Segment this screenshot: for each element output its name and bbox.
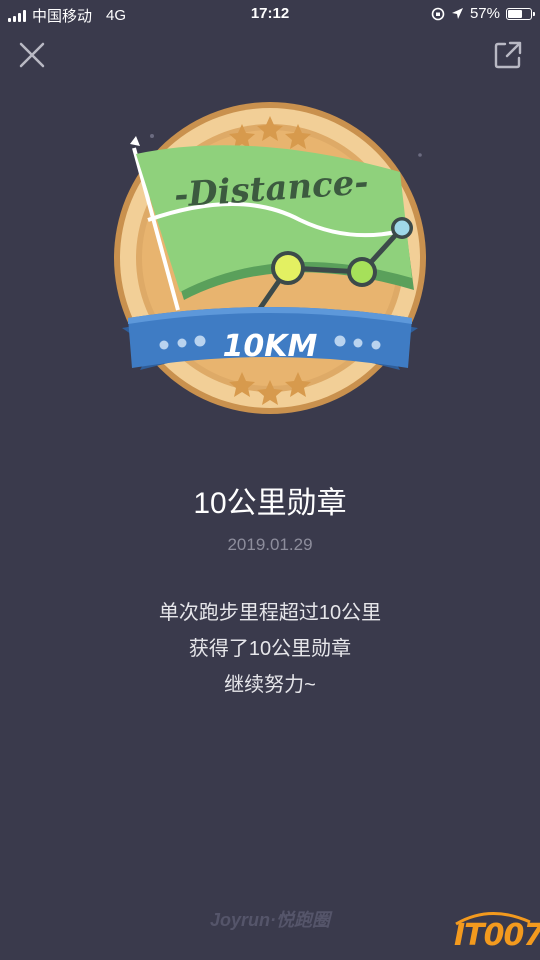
watermark-text: IT007	[454, 918, 540, 953]
share-icon	[494, 41, 522, 69]
location-arrow-icon	[451, 8, 463, 19]
badge-title: 10公里勋章	[193, 487, 347, 520]
status-bar: 中国移动 4G 17:12 57%	[0, 0, 540, 28]
status-right: 57%	[431, 5, 535, 22]
description-line: 继续努力~	[224, 674, 316, 696]
watermark-logo: IT007	[450, 906, 540, 956]
distance-badge: -Distance- 10KM	[100, 100, 440, 420]
medal-illustration: -Distance- 10KM	[114, 102, 426, 414]
share-button[interactable]	[488, 35, 528, 75]
badge-description: 单次跑步里程超过10公里 获得了10公里勋章 继续努力~	[0, 595, 540, 703]
close-button[interactable]	[12, 35, 52, 75]
ribbon-text: 10KM	[223, 329, 318, 364]
battery-percent: 57%	[469, 5, 500, 22]
description-line: 获得了10公里勋章	[188, 638, 352, 660]
battery-icon	[506, 7, 535, 20]
description-line: 单次跑步里程超过10公里	[158, 602, 382, 624]
close-icon	[19, 42, 45, 68]
rotation-lock-icon	[431, 7, 445, 20]
earned-date: 2019.01.29	[227, 535, 313, 554]
